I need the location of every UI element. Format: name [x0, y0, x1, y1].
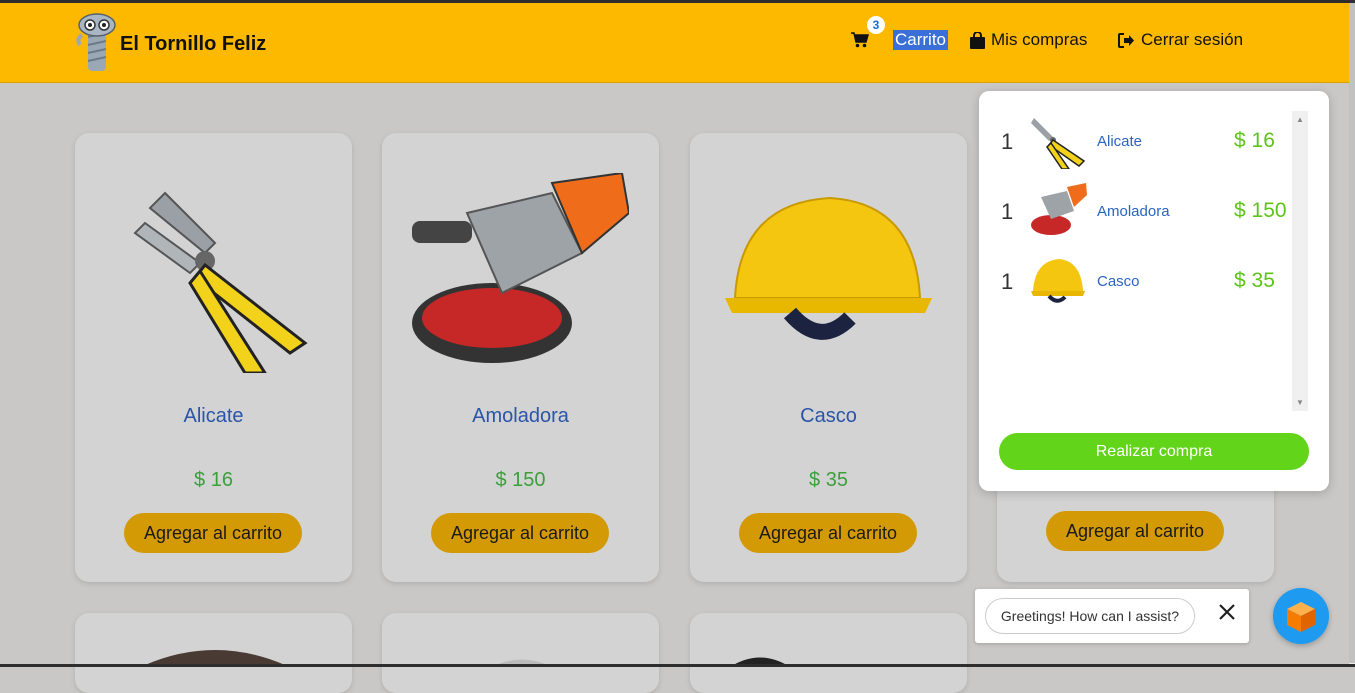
cart-item-price: $ 150	[1234, 199, 1287, 222]
cart-item-name[interactable]: Casco	[1097, 273, 1140, 290]
checkout-button[interactable]: Realizar compra	[999, 433, 1309, 470]
nav-cart-link[interactable]: Carrito	[851, 30, 949, 50]
chat-greeting-popup: Greetings! How can I assist?	[975, 589, 1249, 643]
cart-item-row: 1 Amoladora $ 150	[991, 181, 1295, 241]
product-price: $ 150	[495, 469, 546, 491]
cart-item-qty: 1	[1001, 269, 1014, 294]
nav-purchases-link[interactable]: Mis compras	[970, 30, 1087, 50]
pliers-image[interactable]	[105, 173, 322, 373]
cart-item-row: 1 Alicate $ 16	[991, 111, 1295, 171]
product-card	[690, 613, 967, 693]
product-card	[75, 613, 352, 693]
product-name[interactable]: Amoladora	[382, 405, 659, 428]
chat-launcher-button[interactable]	[1273, 588, 1329, 644]
shopping-bag-icon	[970, 31, 985, 49]
hard-hat-image[interactable]	[720, 173, 937, 373]
cart-item-qty: 1	[1001, 199, 1014, 224]
screw-mascot-logo[interactable]	[74, 11, 120, 75]
cube-icon	[1287, 602, 1315, 632]
product-name[interactable]: Casco	[690, 405, 967, 428]
hard-hat-thumbnail	[1031, 259, 1085, 303]
product-card	[382, 613, 659, 693]
scroll-down-arrow-icon[interactable]: ▼	[1292, 398, 1308, 407]
cart-item-qty: 1	[1001, 129, 1014, 154]
cart-dropdown: 1 Alicate $ 16 1 Amoladora $ 150 1 Casco…	[979, 91, 1329, 491]
sign-out-icon	[1118, 32, 1134, 48]
nav-logout-label[interactable]: Cerrar sesión	[1141, 30, 1243, 50]
scroll-up-arrow-icon[interactable]: ▲	[1292, 115, 1308, 124]
cart-list-scrollbar[interactable]: ▲ ▼	[1292, 111, 1308, 411]
product-price: $ 35	[809, 469, 848, 491]
angle-grinder-image[interactable]	[412, 173, 629, 373]
pliers-thumbnail	[1031, 118, 1086, 169]
cart-item-price: $ 16	[1234, 129, 1275, 152]
nav-cart-label[interactable]: Carrito	[893, 30, 949, 50]
cart-count-badge: 3	[867, 16, 885, 34]
add-to-cart-button[interactable]: Agregar al carrito	[124, 513, 302, 553]
page-scrollbar-thumb[interactable]	[1349, 3, 1355, 663]
close-icon[interactable]	[1218, 603, 1236, 621]
add-to-cart-button[interactable]: Agregar al carrito	[1046, 511, 1224, 551]
cart-items-list: 1 Alicate $ 16 1 Amoladora $ 150 1 Casco…	[991, 111, 1295, 411]
cart-item-row: 1 Casco $ 35	[991, 251, 1295, 311]
product-card: Casco $ 35 Agregar al carrito	[690, 133, 967, 582]
brand-name[interactable]: El Tornillo Feliz	[120, 33, 266, 56]
product-card: Amoladora $ 150 Agregar al carrito	[382, 133, 659, 582]
product-card: Alicate $ 16 Agregar al carrito	[75, 133, 352, 582]
top-navbar: El Tornillo Feliz Carrito 3 Mis compras …	[0, 3, 1349, 83]
angle-grinder-thumbnail	[1031, 183, 1087, 235]
product-name[interactable]: Alicate	[75, 405, 352, 428]
nav-logout-link[interactable]: Cerrar sesión	[1118, 30, 1243, 50]
cart-item-name[interactable]: Amoladora	[1097, 203, 1170, 220]
shopping-cart-icon	[851, 32, 869, 48]
product-price: $ 16	[194, 469, 233, 491]
nav-purchases-label[interactable]: Mis compras	[991, 30, 1087, 50]
chat-greeting-text[interactable]: Greetings! How can I assist?	[985, 598, 1195, 634]
cart-item-name[interactable]: Alicate	[1097, 133, 1142, 150]
add-to-cart-button[interactable]: Agregar al carrito	[739, 513, 917, 553]
cart-item-price: $ 35	[1234, 269, 1275, 292]
add-to-cart-button[interactable]: Agregar al carrito	[431, 513, 609, 553]
product-image[interactable]	[145, 645, 285, 665]
